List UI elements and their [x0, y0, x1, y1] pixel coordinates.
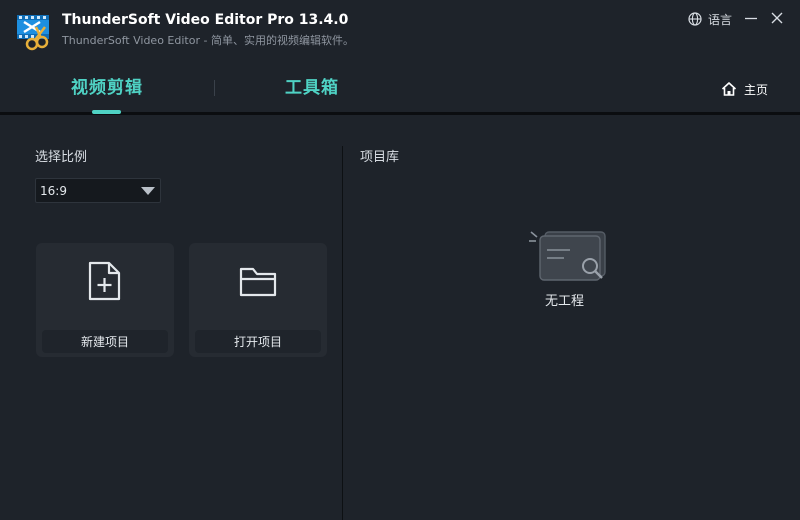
app-title: ThunderSoft Video Editor Pro 13.4.0 [62, 12, 349, 28]
active-tab-indicator [92, 110, 121, 114]
open-project-button[interactable]: 打开项目 [189, 243, 327, 357]
minimize-icon [742, 9, 760, 27]
home-icon [721, 81, 737, 97]
home-button[interactable]: 主页 [721, 80, 768, 98]
open-project-label: 打开项目 [195, 330, 321, 353]
tab-video-edit[interactable]: 视频剪辑 [17, 58, 197, 112]
main-nav: 视频剪辑 工具箱 主页 [0, 58, 800, 115]
title-bar: ThunderSoft Video Editor Pro 13.4.0 Thun… [0, 0, 800, 58]
dropdown-arrow-icon [141, 187, 155, 195]
app-subtitle: ThunderSoft Video Editor - 简单、实用的视频编辑软件。 [62, 34, 354, 47]
new-project-button[interactable]: 新建项目 [36, 243, 174, 357]
aspect-ratio-dropdown[interactable]: 16:9 [35, 178, 161, 203]
close-icon [768, 9, 786, 27]
ratio-heading: 选择比例 [35, 150, 88, 165]
project-library-panel: 项目库 无工程 [343, 118, 800, 520]
create-panel: 选择比例 16:9 新建项目 打开项目 [0, 118, 342, 520]
empty-library-icon [528, 228, 612, 286]
library-heading: 项目库 [360, 150, 400, 165]
app-logo-icon [16, 13, 54, 51]
new-file-icon [87, 261, 123, 301]
close-button[interactable] [768, 9, 786, 27]
tab-divider [214, 80, 215, 96]
empty-library-label: 无工程 [545, 294, 585, 309]
minimize-button[interactable] [742, 9, 760, 27]
tab-toolbox[interactable]: 工具箱 [222, 58, 402, 112]
language-button[interactable]: 语言 [688, 9, 732, 29]
new-project-label: 新建项目 [42, 330, 168, 353]
aspect-ratio-value: 16:9 [40, 184, 67, 198]
home-label: 主页 [744, 82, 769, 97]
language-label: 语言 [708, 12, 733, 27]
globe-icon [688, 12, 702, 26]
folder-icon [238, 261, 278, 301]
